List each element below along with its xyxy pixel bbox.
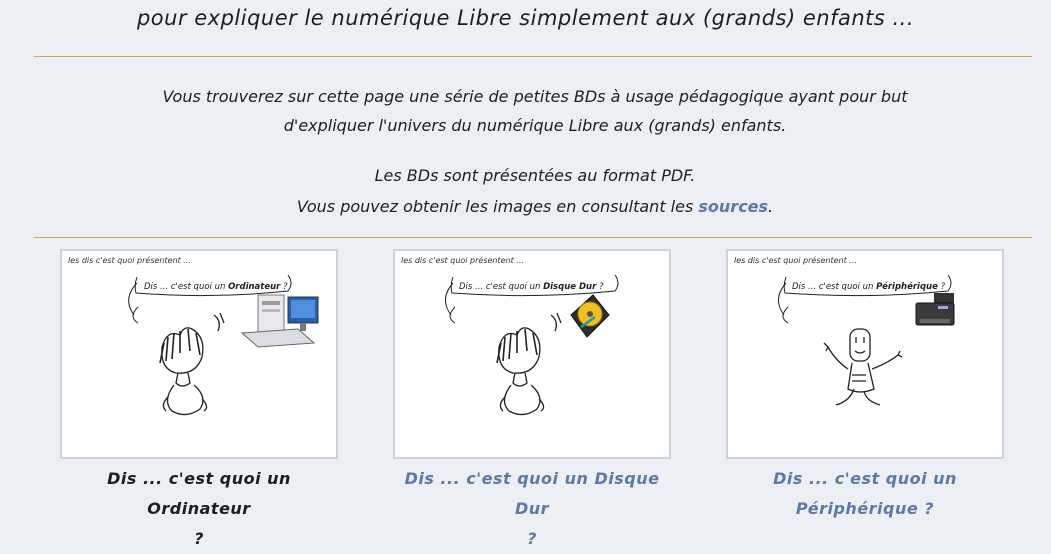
caption-line-1[interactable]: Dis ... c'est quoi un Disque Dur bbox=[393, 464, 671, 524]
caption-line-2[interactable]: Périphérique ? bbox=[726, 494, 1004, 524]
comic-presenting-text: les dis c'est quoi présentent ... bbox=[68, 255, 191, 265]
comic-thumbnail-peripherique[interactable]: les dis c'est quoi présentent ... Dis ..… bbox=[726, 249, 1004, 459]
comic-card-disque-dur: les dis c'est quoi présentent ... Dis ..… bbox=[393, 249, 671, 554]
cartoon-character bbox=[159, 312, 225, 416]
intro-line-2: d'expliquer l'univers du numérique Libre… bbox=[283, 116, 787, 135]
comic-thumbnail-disque-dur[interactable]: les dis c'est quoi présentent ... Dis ..… bbox=[393, 249, 671, 459]
intro-paragraph: Vous trouverez sur cette page une série … bbox=[70, 82, 1000, 140]
cartoon-character bbox=[496, 312, 562, 416]
intro-line-1: Vous trouverez sur cette page une série … bbox=[162, 87, 908, 106]
comic-presenting-text: les dis c'est quoi présentent ... bbox=[734, 255, 857, 265]
sources-link[interactable]: sources bbox=[698, 197, 768, 216]
comic-bubble-text: Dis ... c'est quoi un Disque Dur ? bbox=[459, 282, 604, 292]
intro-line-4-end: . bbox=[768, 197, 774, 216]
caption-line-1[interactable]: Dis ... c'est quoi un bbox=[726, 464, 1004, 494]
comic-caption-ordinateur: Dis ... c'est quoi un Ordinateur ? bbox=[60, 464, 338, 554]
comic-link-disque-dur[interactable]: Dis ... c'est quoi un Disque Dur ? bbox=[393, 464, 671, 554]
intro-format-paragraph: Les BDs sont présentées au format PDF. V… bbox=[70, 160, 1000, 222]
intro-line-4: Vous pouvez obtenir les images en consul… bbox=[70, 191, 1000, 222]
comic-bubble-text: Dis ... c'est quoi un Ordinateur ? bbox=[144, 282, 288, 292]
caption-line-1: Dis ... c'est quoi un Ordinateur bbox=[107, 469, 291, 518]
caption-line-2[interactable]: ? bbox=[393, 524, 671, 554]
hard-disk-icon bbox=[570, 294, 610, 338]
computer-icon bbox=[240, 294, 319, 348]
comic-card-ordinateur: les dis c'est quoi présentent ... Dis ..… bbox=[60, 249, 338, 554]
separator-top bbox=[34, 56, 1032, 57]
caption-line-2: ? bbox=[194, 529, 204, 548]
intro-line-3: Les BDs sont présentées au format PDF. bbox=[374, 166, 696, 185]
separator-bottom bbox=[34, 237, 1032, 238]
comic-card-peripherique: les dis c'est quoi présentent ... Dis ..… bbox=[726, 249, 1004, 524]
page-subtitle: pour expliquer le numérique Libre simple… bbox=[136, 6, 915, 30]
intro-line-4-text: Vous pouvez obtenir les images en consul… bbox=[296, 197, 699, 216]
comic-bubble-text: Dis ... c'est quoi un Périphérique ? bbox=[792, 281, 946, 292]
comic-presenting-text: les dis c'est quoi présentent ... bbox=[401, 255, 524, 265]
comic-link-peripherique[interactable]: Dis ... c'est quoi un Périphérique ? bbox=[726, 464, 1004, 524]
printer-icon bbox=[915, 293, 955, 326]
cartoon-character bbox=[823, 328, 903, 406]
comic-thumbnail-ordinateur[interactable]: les dis c'est quoi présentent ... Dis ..… bbox=[60, 249, 338, 459]
